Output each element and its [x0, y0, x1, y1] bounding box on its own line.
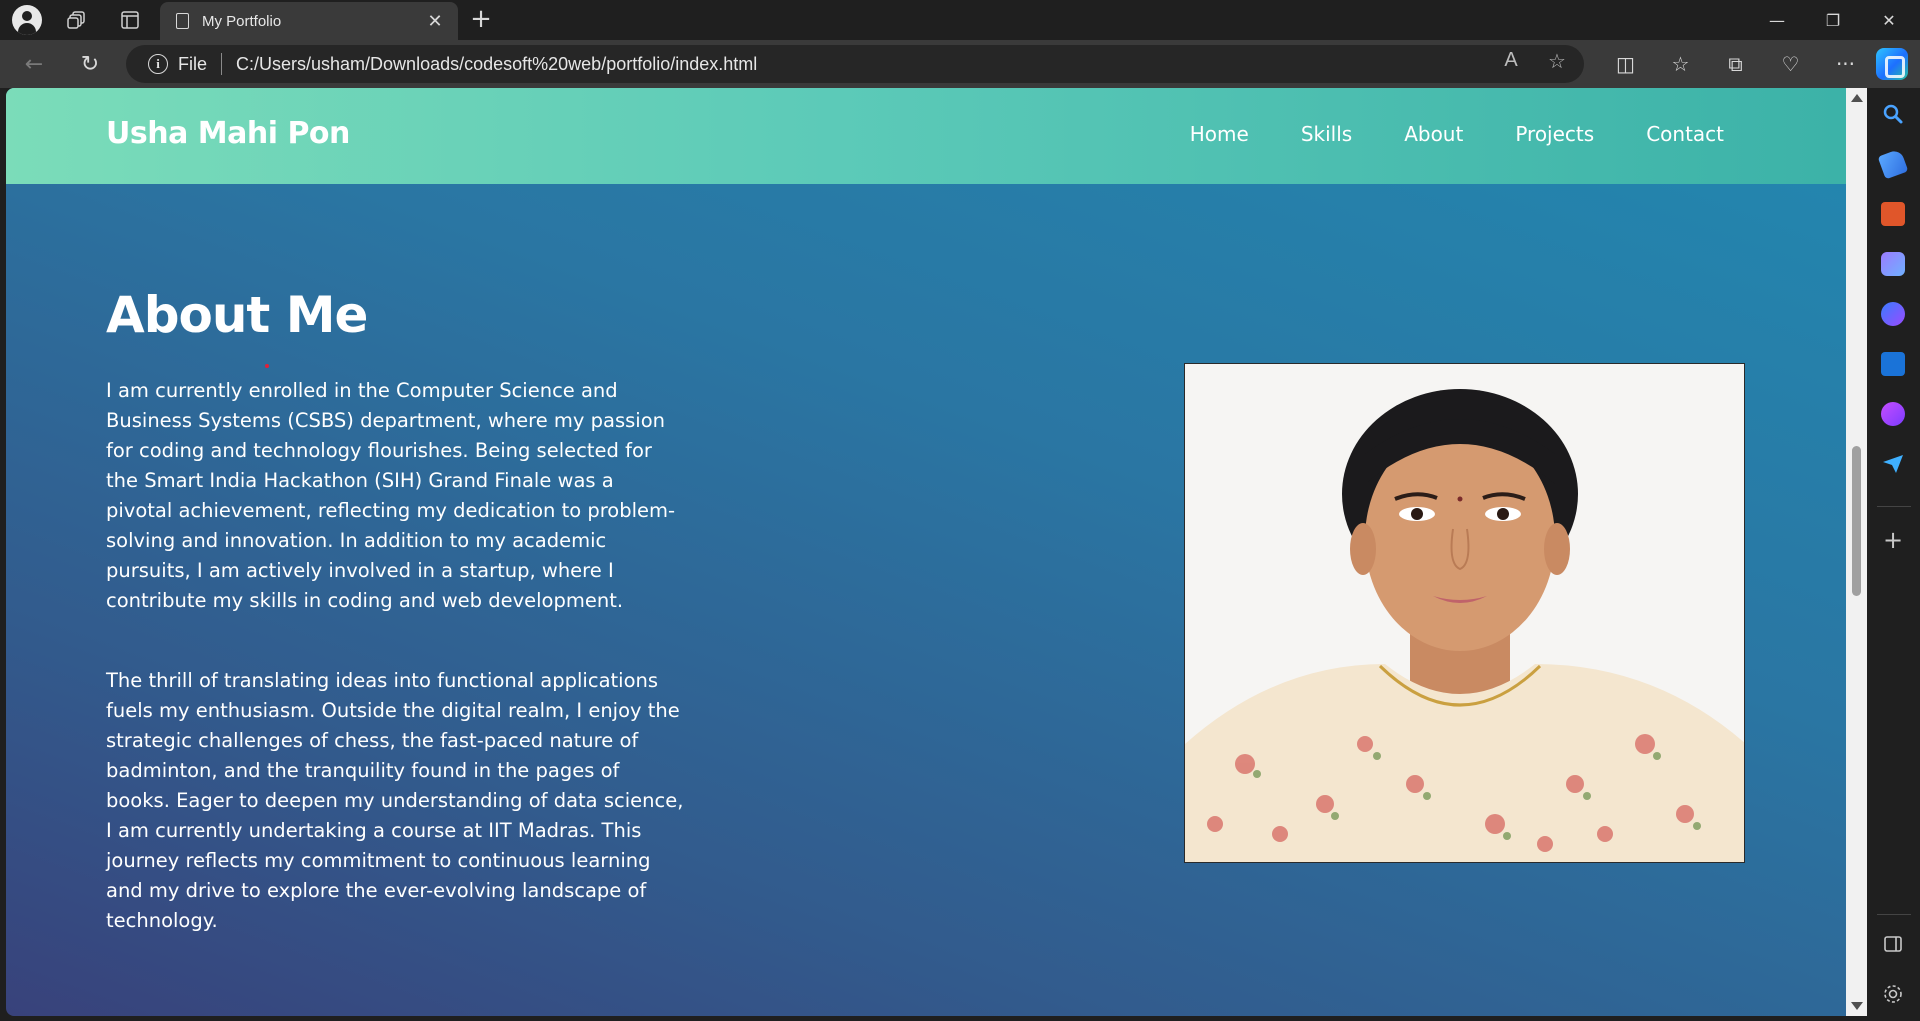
- close-tab-icon[interactable]: ✕: [424, 11, 446, 32]
- about-paragraph-2: The thrill of translating ideas into fun…: [106, 669, 684, 932]
- scrollbar-thumb[interactable]: [1852, 446, 1861, 596]
- favorites-icon[interactable]: ☆: [1653, 48, 1708, 80]
- new-tab-button[interactable]: +: [466, 6, 496, 34]
- edge-sidebar: +: [1867, 88, 1920, 1021]
- site-nav: Home Skills About Projects Contact: [1190, 122, 1724, 146]
- games-icon[interactable]: [1881, 252, 1905, 276]
- designer-icon[interactable]: [1881, 402, 1905, 426]
- outlook-icon[interactable]: [1881, 352, 1905, 376]
- browser-toolbar: ← ↻ i File C:/Users/usham/Downloads/code…: [0, 40, 1920, 88]
- read-aloud-icon[interactable]: A: [1496, 49, 1526, 74]
- site-brand[interactable]: Usha Mahi Pon: [106, 116, 350, 151]
- file-label: File: [178, 53, 208, 74]
- more-menu-icon[interactable]: ···: [1818, 48, 1873, 80]
- minimize-button[interactable]: —: [1749, 0, 1805, 40]
- copilot-icon[interactable]: [1876, 48, 1908, 80]
- nav-link-contact[interactable]: Contact: [1646, 122, 1724, 146]
- address-url[interactable]: C:/Users/usham/Downloads/codesoft%20web/…: [236, 54, 757, 75]
- nav-link-about[interactable]: About: [1404, 122, 1463, 146]
- favorite-star-icon[interactable]: ☆: [1542, 49, 1572, 74]
- scroll-down-arrow-icon[interactable]: [1851, 1002, 1863, 1010]
- settings-gear-icon[interactable]: [1881, 982, 1905, 1006]
- page-scrollbar[interactable]: [1846, 88, 1867, 1016]
- hide-sidebar-icon[interactable]: [1881, 932, 1905, 956]
- shopping-tag-icon[interactable]: [1877, 148, 1909, 180]
- restore-button[interactable]: ❐: [1805, 0, 1861, 40]
- back-button[interactable]: ←: [16, 48, 52, 80]
- browser-title-bar: My Portfolio ✕ + — ❐ ✕: [0, 0, 1920, 40]
- profile-avatar-icon[interactable]: [12, 5, 42, 35]
- tab-title: My Portfolio: [202, 12, 282, 30]
- nav-link-projects[interactable]: Projects: [1515, 122, 1594, 146]
- address-separator: [221, 53, 223, 75]
- site-info-icon[interactable]: i: [148, 54, 168, 74]
- send-icon[interactable]: [1881, 452, 1905, 476]
- about-heading: About Me: [106, 286, 368, 344]
- page-viewport: Usha Mahi Pon Home Skills About Projects…: [6, 88, 1846, 1016]
- address-bar[interactable]: i File C:/Users/usham/Downloads/codesoft…: [126, 45, 1584, 83]
- sidebar-divider: [1877, 506, 1911, 507]
- cursor-dot: [265, 364, 269, 368]
- scroll-up-arrow-icon[interactable]: [1851, 94, 1863, 102]
- tab-actions-icon[interactable]: [113, 6, 147, 34]
- about-paragraph-1: I am currently enrolled in the Computer …: [106, 379, 676, 612]
- add-sidebar-app-icon[interactable]: +: [1881, 528, 1905, 552]
- nav-link-skills[interactable]: Skills: [1301, 122, 1352, 146]
- profile-photo: [1184, 363, 1745, 863]
- document-icon: [176, 13, 189, 29]
- close-window-button[interactable]: ✕: [1861, 0, 1917, 40]
- nav-link-home[interactable]: Home: [1190, 122, 1249, 146]
- reload-button[interactable]: ↻: [72, 48, 108, 80]
- sidebar-divider: [1877, 914, 1911, 915]
- site-header: Usha Mahi Pon Home Skills About Projects…: [6, 88, 1846, 184]
- collections-icon[interactable]: ⧉: [1708, 48, 1763, 80]
- microsoft-365-icon[interactable]: [1881, 302, 1905, 326]
- search-icon[interactable]: [1881, 102, 1905, 126]
- workspaces-icon[interactable]: [60, 6, 94, 34]
- tools-briefcase-icon[interactable]: [1881, 202, 1905, 226]
- browser-tab[interactable]: My Portfolio ✕: [160, 2, 458, 40]
- split-screen-icon[interactable]: ◫: [1598, 48, 1653, 80]
- browser-essentials-icon[interactable]: ♡: [1763, 48, 1818, 80]
